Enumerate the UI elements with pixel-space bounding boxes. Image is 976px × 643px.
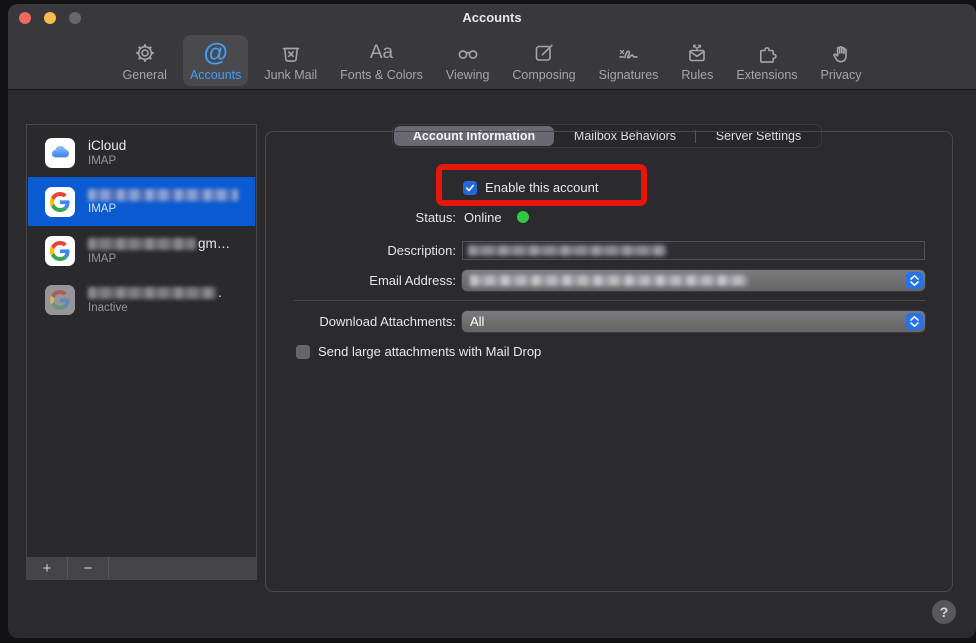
preferences-toolbar: General @ Accounts Junk Mail Aa Fonts & …: [8, 32, 976, 90]
status-label: Status:: [266, 210, 456, 225]
hand-icon: [829, 38, 853, 68]
status-value: Online: [464, 210, 502, 225]
download-attachments-value: All: [470, 314, 484, 329]
toolbar-item-fonts-colors[interactable]: Aa Fonts & Colors: [333, 35, 430, 86]
preferences-content: iCloud IMAP IMAP: [8, 90, 976, 638]
account-row-gmail-selected[interactable]: IMAP: [28, 177, 255, 226]
toolbar-label: Junk Mail: [264, 69, 317, 82]
mail-drop-checkbox[interactable]: [296, 345, 310, 359]
email-address-label: Email Address:: [266, 273, 456, 288]
toolbar-item-composing[interactable]: Composing: [505, 35, 582, 86]
toolbar-label: General: [122, 69, 166, 82]
puzzle-icon: [755, 38, 779, 68]
toolbar-item-privacy[interactable]: Privacy: [814, 35, 869, 86]
remove-account-button[interactable]: −: [68, 557, 109, 579]
redacted-account-name: [88, 238, 196, 250]
section-divider: [294, 300, 925, 301]
email-address-popup[interactable]: [462, 270, 925, 291]
toolbar-label: Signatures: [599, 69, 659, 82]
checkmark-icon: [465, 183, 475, 193]
glasses-icon: [455, 38, 481, 68]
toolbar-label: Composing: [512, 69, 575, 82]
redacted-account-name: [88, 189, 238, 201]
description-label: Description:: [266, 243, 456, 258]
toolbar-item-extensions[interactable]: Extensions: [729, 35, 804, 86]
redacted-account-name: [88, 287, 216, 299]
gmail-icon: [45, 236, 75, 266]
redacted-description-value: [468, 245, 666, 256]
account-protocol: IMAP: [88, 203, 238, 215]
popup-stepper-icon: [906, 313, 923, 330]
account-protocol: IMAP: [88, 155, 126, 167]
fonts-icon: Aa: [370, 38, 393, 68]
add-account-button[interactable]: +: [27, 557, 68, 579]
toolbar-label: Accounts: [190, 69, 241, 82]
signature-icon: [616, 38, 642, 68]
description-input[interactable]: [462, 241, 925, 260]
account-protocol: IMAP: [88, 253, 230, 265]
account-list-footer: + −: [27, 556, 256, 579]
icloud-icon: [45, 138, 75, 168]
account-row-icloud[interactable]: iCloud IMAP: [28, 128, 255, 177]
toolbar-label: Fonts & Colors: [340, 69, 423, 82]
trash-icon: [279, 38, 303, 68]
account-list: iCloud IMAP IMAP: [26, 124, 257, 580]
gmail-icon: [45, 187, 75, 217]
gear-icon: [133, 38, 157, 68]
toolbar-item-rules[interactable]: Rules: [674, 35, 720, 86]
mail-preferences-window: Accounts General @ Accounts: [8, 4, 976, 638]
compose-icon: [532, 38, 556, 68]
account-name: iCloud: [88, 139, 126, 153]
redacted-email-value: [470, 275, 748, 286]
toolbar-label: Extensions: [736, 69, 797, 82]
help-button[interactable]: ?: [932, 600, 956, 624]
toolbar-label: Viewing: [446, 69, 490, 82]
account-name-suffix: gm…: [198, 237, 230, 251]
account-row-gmail-2[interactable]: gm… IMAP: [28, 226, 255, 275]
envelope-rules-icon: [685, 38, 709, 68]
gmail-inactive-icon: [45, 285, 75, 315]
window-title: Accounts: [8, 10, 976, 25]
at-icon: @: [203, 38, 227, 68]
toolbar-item-signatures[interactable]: Signatures: [592, 35, 666, 86]
online-status-dot: [517, 211, 529, 223]
toolbar-label: Privacy: [821, 69, 862, 82]
account-status: Inactive: [88, 302, 222, 314]
titlebar: Accounts: [8, 4, 976, 32]
toolbar-item-accounts[interactable]: @ Accounts: [183, 35, 248, 86]
enable-account-label: Enable this account: [485, 180, 598, 195]
download-attachments-label: Download Attachments:: [266, 314, 456, 329]
enable-account-checkbox[interactable]: [463, 181, 477, 195]
mail-drop-label: Send large attachments with Mail Drop: [318, 344, 541, 359]
download-attachments-popup[interactable]: All: [462, 311, 925, 332]
toolbar-item-general[interactable]: General: [115, 35, 173, 86]
account-name-suffix: .: [218, 286, 222, 300]
toolbar-item-viewing[interactable]: Viewing: [439, 35, 497, 86]
account-row-inactive[interactable]: . Inactive: [28, 275, 255, 324]
account-information-panel: Enable this account Status: Online Descr…: [265, 131, 953, 592]
popup-stepper-icon: [906, 272, 923, 289]
toolbar-label: Rules: [681, 69, 713, 82]
toolbar-item-junk-mail[interactable]: Junk Mail: [257, 35, 324, 86]
